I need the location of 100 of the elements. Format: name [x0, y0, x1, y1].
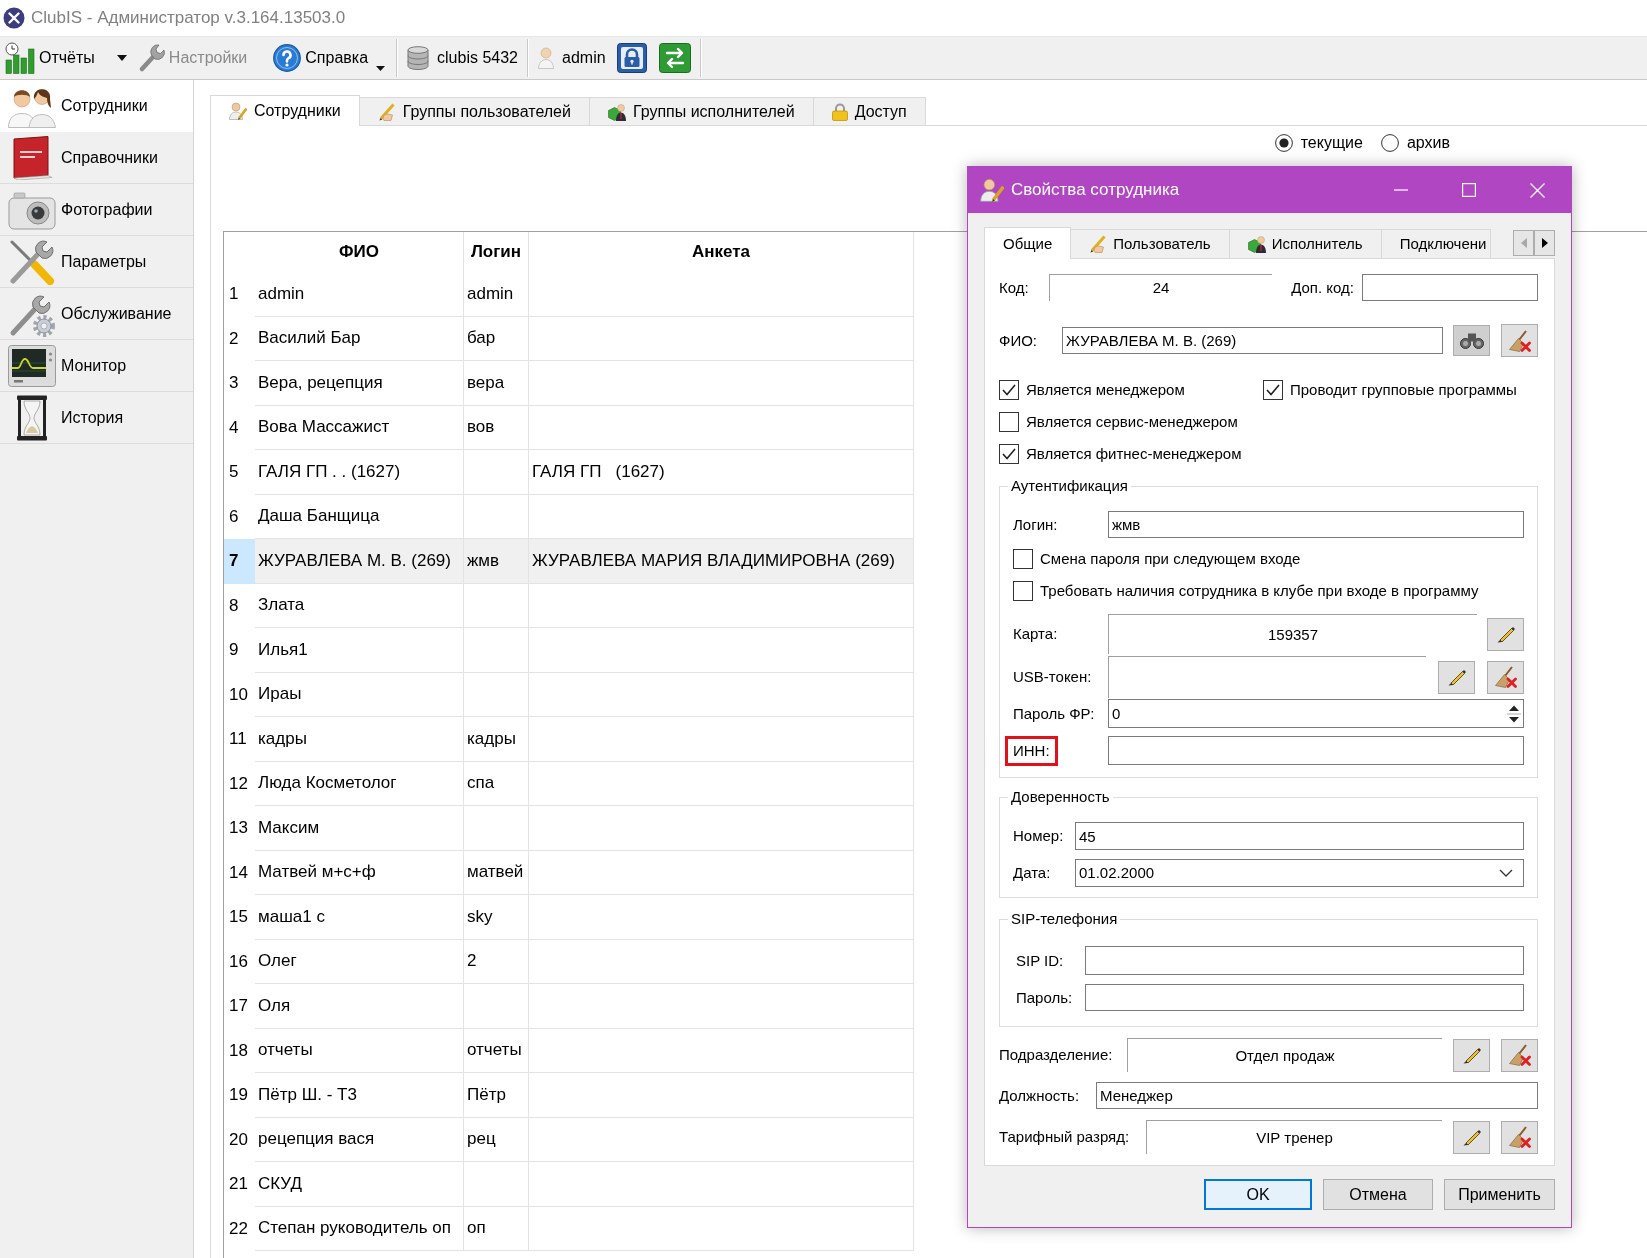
field-label: Карта:	[1013, 625, 1058, 643]
pencil-icon	[1447, 668, 1466, 686]
row-number: 10	[228, 683, 249, 706]
edit-button[interactable]	[1453, 1038, 1490, 1072]
table-cell: спа	[464, 761, 529, 806]
row-number: 14	[228, 861, 249, 884]
toolbar-menu-button[interactable]: Справка	[271, 38, 388, 78]
row-number: 7	[224, 539, 255, 584]
radio-button[interactable]	[1380, 134, 1399, 152]
table-cell: 2	[464, 939, 529, 984]
input-field[interactable]	[1085, 984, 1524, 1011]
caret-icon	[116, 55, 127, 61]
checkbox[interactable]	[999, 380, 1019, 400]
field-label: Код:	[999, 278, 1029, 297]
input-field[interactable]: ЖУРАВЛЕВА М. В. (269)	[1062, 327, 1443, 354]
table-cell: кадры	[255, 717, 464, 762]
pencil-icon	[1462, 1046, 1481, 1064]
checkbox-label: Проводит групповые программы	[1290, 381, 1517, 399]
person-cube-icon	[607, 102, 626, 121]
checkbox[interactable]	[1013, 549, 1033, 569]
table-cell: отчеты	[464, 1028, 529, 1073]
column-header[interactable]: Логин	[464, 232, 529, 272]
pencil-icon	[1496, 625, 1515, 643]
table-cell: вов	[464, 405, 529, 450]
broom-icon	[1508, 1126, 1531, 1148]
input-field[interactable]	[1108, 736, 1524, 765]
swap-arrows-icon[interactable]	[658, 43, 691, 73]
row-number: 2	[228, 327, 240, 350]
dialog-button[interactable]: OK	[1204, 1179, 1312, 1210]
checkbox[interactable]	[1013, 581, 1033, 601]
bar-chart-icon	[5, 42, 35, 74]
table-cell: Пётр Ш. - Т3	[255, 1073, 464, 1118]
group-title: SIP-телефония	[1008, 910, 1121, 929]
number-field[interactable]: 0	[1108, 699, 1524, 728]
field-label: Дата:	[1013, 864, 1051, 882]
clear-button[interactable]	[1501, 324, 1538, 357]
table-cell: Злата	[255, 583, 464, 628]
row-number: 22	[228, 1217, 249, 1240]
scroll-right-button[interactable]	[1534, 229, 1555, 256]
tab[interactable]: Доступ	[812, 97, 926, 125]
user-icon	[538, 47, 554, 69]
tab[interactable]: Подключени	[1380, 229, 1492, 258]
field-label: ФИО:	[999, 331, 1038, 350]
table-cell: Пётр	[464, 1073, 529, 1118]
radio-label: текущие	[1300, 133, 1363, 153]
table-cell: ГАЛЯ ГП . . (1627)	[255, 450, 464, 495]
broom-icon	[1508, 329, 1531, 352]
input-field[interactable]: 45	[1075, 822, 1524, 850]
clear-button[interactable]	[1501, 1038, 1538, 1072]
clear-button[interactable]	[1501, 1120, 1538, 1154]
row-number: 18	[228, 1039, 249, 1062]
edit-button[interactable]	[1438, 660, 1475, 694]
tab[interactable]: Общие	[984, 227, 1072, 259]
table-cell: рец	[464, 1117, 529, 1162]
row-number: 20	[228, 1128, 249, 1151]
table-cell: sky	[464, 895, 529, 940]
search-button[interactable]	[1453, 325, 1490, 356]
column-header[interactable]: ФИО	[255, 232, 464, 272]
table-cell: Илья1	[255, 628, 464, 673]
edit-button[interactable]	[1453, 1120, 1490, 1154]
table-cell: ГАЛЯ ГП (1627)	[529, 450, 914, 495]
radio-button[interactable]	[1274, 134, 1293, 152]
input-field[interactable]: жмв	[1108, 511, 1524, 538]
tab[interactable]: Сотрудники	[210, 95, 360, 126]
checkbox[interactable]	[999, 412, 1019, 432]
input-field[interactable]: Менеджер	[1096, 1082, 1538, 1109]
edit-button[interactable]	[1487, 617, 1524, 651]
tab[interactable]: Группы пользователей	[358, 97, 590, 125]
hourglass-icon	[14, 394, 50, 441]
date-field[interactable]: 01.02.2000	[1075, 859, 1524, 887]
table-cell: Василий Бар	[255, 316, 464, 361]
toolbar-button[interactable]: Отчёты	[3, 38, 97, 78]
tab[interactable]: Группы исполнителей	[588, 97, 814, 125]
empty-cell	[464, 450, 529, 495]
checkbox[interactable]	[999, 444, 1019, 464]
padlock-icon[interactable]	[616, 43, 647, 73]
binoculars-icon	[1459, 332, 1484, 349]
sidebar-item[interactable]: История	[0, 392, 193, 444]
checkbox-label: Является фитнес-менеджером	[1026, 445, 1242, 463]
sidebar-item[interactable]: Сотрудники	[0, 80, 193, 132]
column-header[interactable]: Анкета	[529, 232, 914, 272]
dialog-button[interactable]: Применить	[1444, 1179, 1555, 1210]
field-label: Тарифный разряд:	[999, 1128, 1130, 1146]
empty-cell	[464, 1162, 529, 1207]
dialog-button[interactable]: Отмена	[1323, 1179, 1433, 1210]
chevron-down-icon[interactable]	[1499, 869, 1513, 877]
checkbox[interactable]	[1263, 380, 1283, 400]
row-number: 3	[228, 372, 240, 395]
row-number: 13	[228, 817, 249, 840]
table-cell: admin	[464, 272, 529, 317]
status-text: admin	[562, 48, 606, 68]
clear-button[interactable]	[1487, 660, 1524, 694]
input-field[interactable]	[1362, 274, 1538, 301]
checkbox-label: Смена пароля при следующем входе	[1040, 550, 1301, 568]
row-number: 9	[228, 639, 240, 662]
row-number: 19	[228, 1084, 249, 1107]
pencil-icon	[1089, 235, 1108, 253]
field-label: Логин:	[1013, 515, 1058, 534]
input-field[interactable]	[1085, 946, 1524, 975]
broom-icon	[1494, 666, 1517, 688]
